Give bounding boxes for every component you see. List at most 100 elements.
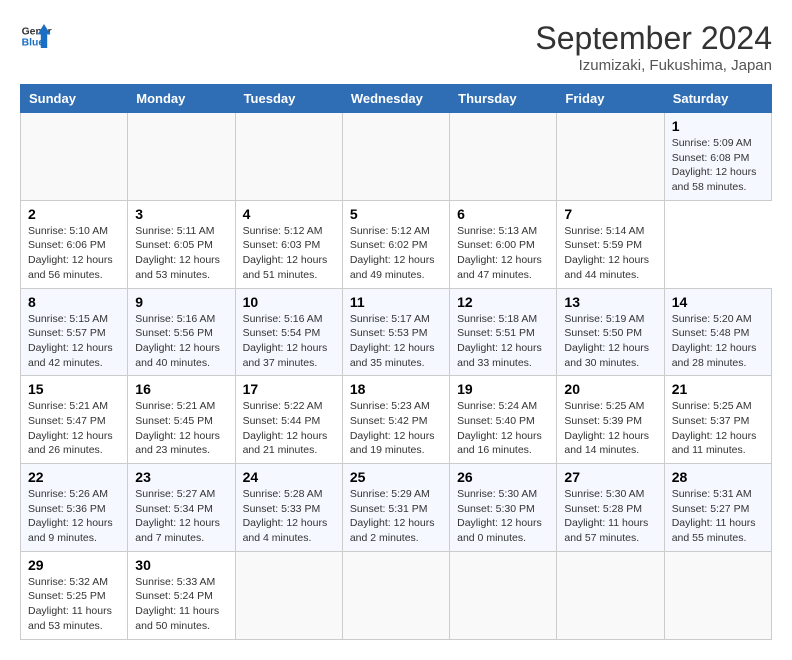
- day-info: Sunrise: 5:15 AMSunset: 5:57 PMDaylight:…: [28, 313, 113, 369]
- day-info: Sunrise: 5:28 AMSunset: 5:33 PMDaylight:…: [243, 488, 328, 544]
- calendar-day-3: 3 Sunrise: 5:11 AMSunset: 6:05 PMDaylight…: [128, 200, 235, 288]
- day-info: Sunrise: 5:18 AMSunset: 5:51 PMDaylight:…: [457, 313, 542, 369]
- day-number: 3: [135, 206, 227, 222]
- calendar-day-27: 27 Sunrise: 5:30 AMSunset: 5:28 PMDayligh…: [557, 464, 664, 552]
- day-info: Sunrise: 5:21 AMSunset: 5:45 PMDaylight:…: [135, 400, 220, 456]
- calendar-day-12: 12Sunrise: 5:18 AMSunset: 5:51 PMDayligh…: [450, 288, 557, 376]
- empty-cell: [557, 113, 664, 201]
- empty-cell: [450, 551, 557, 639]
- calendar-day-22: 22 Sunrise: 5:26 AMSunset: 5:36 PMDayligh…: [21, 464, 128, 552]
- day-number: 23: [135, 469, 227, 485]
- day-info: Sunrise: 5:32 AMSunset: 5:25 PMDaylight:…: [28, 576, 112, 632]
- empty-cell: [450, 113, 557, 201]
- calendar-day-4: 4 Sunrise: 5:12 AMSunset: 6:03 PMDaylight…: [235, 200, 342, 288]
- calendar-day-30: 30 Sunrise: 5:33 AMSunset: 5:24 PMDayligh…: [128, 551, 235, 639]
- day-info: Sunrise: 5:10 AMSunset: 6:06 PMDaylight:…: [28, 225, 113, 281]
- day-info: Sunrise: 5:09 AMSunset: 6:08 PMDaylight:…: [672, 137, 757, 193]
- title-area: September 2024 Izumizaki, Fukushima, Jap…: [535, 20, 772, 74]
- day-number: 10: [243, 294, 335, 310]
- day-number: 6: [457, 206, 549, 222]
- calendar-week-4: 15Sunrise: 5:21 AMSunset: 5:47 PMDayligh…: [21, 376, 772, 464]
- day-info: Sunrise: 5:29 AMSunset: 5:31 PMDaylight:…: [350, 488, 435, 544]
- day-info: Sunrise: 5:17 AMSunset: 5:53 PMDaylight:…: [350, 313, 435, 369]
- day-info: Sunrise: 5:33 AMSunset: 5:24 PMDaylight:…: [135, 576, 219, 632]
- calendar-day-16: 16 Sunrise: 5:21 AMSunset: 5:45 PMDayligh…: [128, 376, 235, 464]
- calendar-day-14: 14 Sunrise: 5:20 AMSunset: 5:48 PMDayligh…: [664, 288, 771, 376]
- day-number: 2: [28, 206, 120, 222]
- calendar-week-5: 22 Sunrise: 5:26 AMSunset: 5:36 PMDayligh…: [21, 464, 772, 552]
- day-number: 1: [672, 118, 764, 134]
- day-info: Sunrise: 5:25 AMSunset: 5:37 PMDaylight:…: [672, 400, 757, 456]
- empty-cell: [342, 113, 449, 201]
- calendar-day-6: 6 Sunrise: 5:13 AMSunset: 6:00 PMDaylight…: [450, 200, 557, 288]
- header-friday: Friday: [557, 85, 664, 113]
- header-tuesday: Tuesday: [235, 85, 342, 113]
- calendar-week-6: 29 Sunrise: 5:32 AMSunset: 5:25 PMDayligh…: [21, 551, 772, 639]
- day-number: 15: [28, 381, 120, 397]
- logo-icon: General Blue: [20, 20, 52, 52]
- calendar-day-20: 20 Sunrise: 5:25 AMSunset: 5:39 PMDayligh…: [557, 376, 664, 464]
- calendar-day-10: 10Sunrise: 5:16 AMSunset: 5:54 PMDayligh…: [235, 288, 342, 376]
- day-info: Sunrise: 5:12 AMSunset: 6:03 PMDaylight:…: [243, 225, 328, 281]
- empty-cell: [235, 113, 342, 201]
- empty-cell: [128, 113, 235, 201]
- day-number: 14: [672, 294, 764, 310]
- day-info: Sunrise: 5:22 AMSunset: 5:44 PMDaylight:…: [243, 400, 328, 456]
- day-info: Sunrise: 5:23 AMSunset: 5:42 PMDaylight:…: [350, 400, 435, 456]
- header-saturday: Saturday: [664, 85, 771, 113]
- day-info: Sunrise: 5:25 AMSunset: 5:39 PMDaylight:…: [564, 400, 649, 456]
- calendar-day-5: 5 Sunrise: 5:12 AMSunset: 6:02 PMDaylight…: [342, 200, 449, 288]
- day-number: 5: [350, 206, 442, 222]
- calendar-day-11: 11 Sunrise: 5:17 AMSunset: 5:53 PMDayligh…: [342, 288, 449, 376]
- day-info: Sunrise: 5:11 AMSunset: 6:05 PMDaylight:…: [135, 225, 220, 281]
- empty-cell: [235, 551, 342, 639]
- day-number: 29: [28, 557, 120, 573]
- calendar-day-26: 26 Sunrise: 5:30 AMSunset: 5:30 PMDayligh…: [450, 464, 557, 552]
- calendar-day-25: 25Sunrise: 5:29 AMSunset: 5:31 PMDayligh…: [342, 464, 449, 552]
- page-subtitle: Izumizaki, Fukushima, Japan: [535, 57, 772, 74]
- calendar-day-7: 7Sunrise: 5:14 AMSunset: 5:59 PMDaylight…: [557, 200, 664, 288]
- calendar-day-29: 29 Sunrise: 5:32 AMSunset: 5:25 PMDayligh…: [21, 551, 128, 639]
- day-number: 27: [564, 469, 656, 485]
- day-number: 19: [457, 381, 549, 397]
- day-number: 16: [135, 381, 227, 397]
- page-title: September 2024: [535, 20, 772, 57]
- day-number: 4: [243, 206, 335, 222]
- empty-cell: [342, 551, 449, 639]
- calendar-day-2: 2 Sunrise: 5:10 AMSunset: 6:06 PMDaylight…: [21, 200, 128, 288]
- day-number: 20: [564, 381, 656, 397]
- day-number: 18: [350, 381, 442, 397]
- calendar-week-3: 8Sunrise: 5:15 AMSunset: 5:57 PMDaylight…: [21, 288, 772, 376]
- empty-cell: [557, 551, 664, 639]
- calendar-day-13: 13Sunrise: 5:19 AMSunset: 5:50 PMDayligh…: [557, 288, 664, 376]
- calendar-day-1: 1 Sunrise: 5:09 AMSunset: 6:08 PMDaylight…: [664, 113, 771, 201]
- day-number: 22: [28, 469, 120, 485]
- day-info: Sunrise: 5:20 AMSunset: 5:48 PMDaylight:…: [672, 313, 757, 369]
- day-number: 21: [672, 381, 764, 397]
- day-number: 9: [135, 294, 227, 310]
- calendar-day-19: 19Sunrise: 5:24 AMSunset: 5:40 PMDayligh…: [450, 376, 557, 464]
- day-info: Sunrise: 5:16 AMSunset: 5:56 PMDaylight:…: [135, 313, 220, 369]
- calendar-day-28: 28Sunrise: 5:31 AMSunset: 5:27 PMDayligh…: [664, 464, 771, 552]
- calendar-week-1: 1 Sunrise: 5:09 AMSunset: 6:08 PMDaylight…: [21, 113, 772, 201]
- day-number: 24: [243, 469, 335, 485]
- day-info: Sunrise: 5:30 AMSunset: 5:30 PMDaylight:…: [457, 488, 542, 544]
- header-monday: Monday: [128, 85, 235, 113]
- day-info: Sunrise: 5:31 AMSunset: 5:27 PMDaylight:…: [672, 488, 756, 544]
- day-number: 30: [135, 557, 227, 573]
- day-number: 17: [243, 381, 335, 397]
- header-thursday: Thursday: [450, 85, 557, 113]
- calendar-day-18: 18 Sunrise: 5:23 AMSunset: 5:42 PMDayligh…: [342, 376, 449, 464]
- day-info: Sunrise: 5:12 AMSunset: 6:02 PMDaylight:…: [350, 225, 435, 281]
- day-number: 11: [350, 294, 442, 310]
- day-info: Sunrise: 5:30 AMSunset: 5:28 PMDaylight:…: [564, 488, 648, 544]
- day-info: Sunrise: 5:26 AMSunset: 5:36 PMDaylight:…: [28, 488, 113, 544]
- day-info: Sunrise: 5:13 AMSunset: 6:00 PMDaylight:…: [457, 225, 542, 281]
- calendar-day-17: 17 Sunrise: 5:22 AMSunset: 5:44 PMDayligh…: [235, 376, 342, 464]
- calendar-day-21: 21 Sunrise: 5:25 AMSunset: 5:37 PMDayligh…: [664, 376, 771, 464]
- day-number: 26: [457, 469, 549, 485]
- day-info: Sunrise: 5:14 AMSunset: 5:59 PMDaylight:…: [564, 225, 649, 281]
- day-number: 13: [564, 294, 656, 310]
- empty-cell: [664, 551, 771, 639]
- empty-cell: [21, 113, 128, 201]
